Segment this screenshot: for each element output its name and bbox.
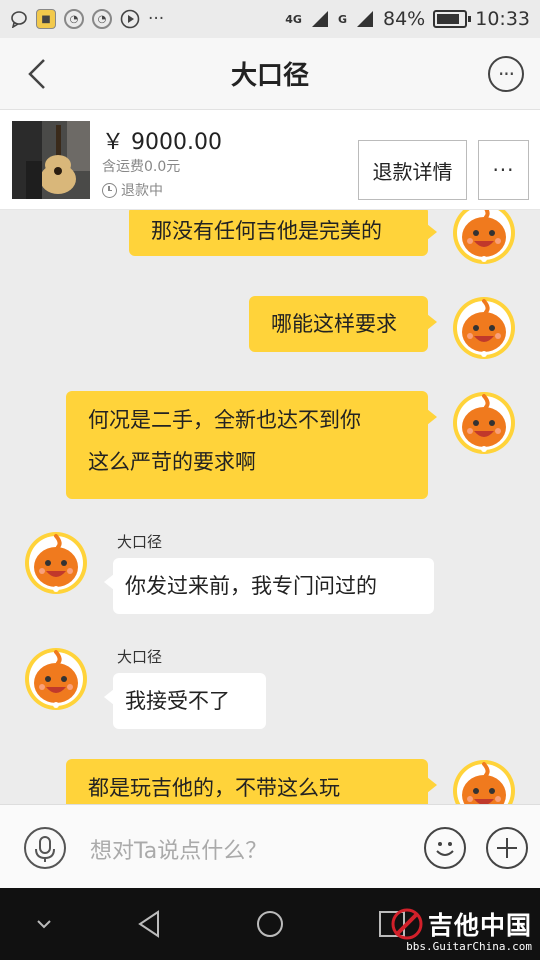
message-text: 我接受不了 [125,689,230,713]
message-text: 哪能这样要求 [271,312,397,336]
sender-name: 大口径 [117,648,163,666]
system-navigation-bar: 吉他中国 bbs.GuitarChina.com [0,888,540,960]
shipping-fee: 含运费0.0元 [102,159,181,175]
battery-icon [433,10,472,28]
watermark-url: bbs.GuitarChina.com [406,940,532,953]
battery-fill [437,14,460,24]
app-notification-icon: ◔ [92,9,112,29]
message-bubble-self[interactable]: 哪能这样要求 [249,296,437,352]
message-text: 那没有任何吉他是完美的 [151,219,382,243]
network-type: 4G [285,12,302,26]
message-bubble-self[interactable]: 都是玩吉他的，不带这么玩 [66,759,437,804]
watermark-title: 吉他中国 [427,911,532,940]
signal-icon [311,11,328,27]
watermark: 吉他中国 bbs.GuitarChina.com [390,906,532,953]
avatar-self[interactable] [452,391,516,455]
signal-icon [357,11,373,27]
app-notification-icon: ■ [36,9,56,29]
message-text-line: 何况是二手，全新也达不到你 [88,408,361,432]
product-more-button[interactable]: ··· [478,140,529,200]
message-input[interactable]: 想对Ta说点什么？ [90,833,267,865]
chat-header: 大口径 ··· [0,38,540,110]
add-attachment-button[interactable] [486,827,528,869]
order-status-text: 退款中 [121,183,163,199]
chat-messages[interactable]: 那没有任何吉他是完美的 哪能这样要求 何况是二手，全新也达不到你 这么严苛的要求… [0,210,540,804]
smiley-icon [436,842,454,856]
clock-icon [102,182,117,198]
message-bubble-other[interactable]: 你发过来前，我专门问过的 [104,558,434,614]
chat-bubble-icon [11,11,27,28]
message-bubble-self[interactable]: 那没有任何吉他是完美的 [129,210,437,256]
more-notifications-icon: ··· [148,9,165,29]
message-text: 你发过来前，我专门问过的 [125,574,377,598]
hide-keyboard-icon[interactable] [26,906,62,942]
status-notification-icons: ■ ◔ ◔ ··· [10,9,164,29]
message-input-bar: 想对Ta说点什么？ [0,804,540,888]
plus-icon [497,838,517,858]
nav-home-icon[interactable] [252,906,288,942]
avatar-other[interactable] [24,647,88,711]
status-system-icons: 4G G 84% 10:33 [285,8,530,30]
avatar-other[interactable] [24,531,88,595]
avatar-self[interactable] [452,210,516,265]
emoji-button[interactable] [424,827,466,869]
product-thumbnail[interactable] [12,121,90,199]
product-price: ￥ 9000.00 [102,130,222,155]
battery-percent: 84% [383,8,426,30]
guitar-logo-icon [391,908,423,940]
message-bubble-self[interactable]: 何况是二手，全新也达不到你 这么严苛的要求啊 [66,391,437,499]
avatar-self[interactable] [452,759,516,804]
play-icon [120,9,140,29]
message-text-line: 这么严苛的要求啊 [88,450,256,474]
message-text: 都是玩吉他的，不带这么玩 [88,776,340,800]
voice-input-button[interactable] [24,827,66,869]
status-bar: ■ ◔ ◔ ··· 4G G 84% 10:33 [0,0,540,38]
app-notification-icon: ◔ [64,9,84,29]
guitar-photo [12,121,90,199]
sender-name: 大口径 [117,533,163,551]
nav-back-icon[interactable] [132,906,168,942]
back-arrow-icon[interactable] [20,56,56,92]
product-card[interactable]: ￥ 9000.00 含运费0.0元 退款中 退款详情 ··· [0,110,540,210]
microphone-icon [35,836,55,862]
refund-details-button[interactable]: 退款详情 [358,140,467,200]
order-status: 退款中 [102,180,163,200]
more-options-button[interactable]: ··· [488,56,524,92]
page-title: 大口径 [230,61,309,91]
message-bubble-other[interactable]: 我接受不了 [104,673,266,729]
avatar-self[interactable] [452,296,516,360]
network-type-2: G [337,12,347,26]
clock-time: 10:33 [475,8,530,30]
